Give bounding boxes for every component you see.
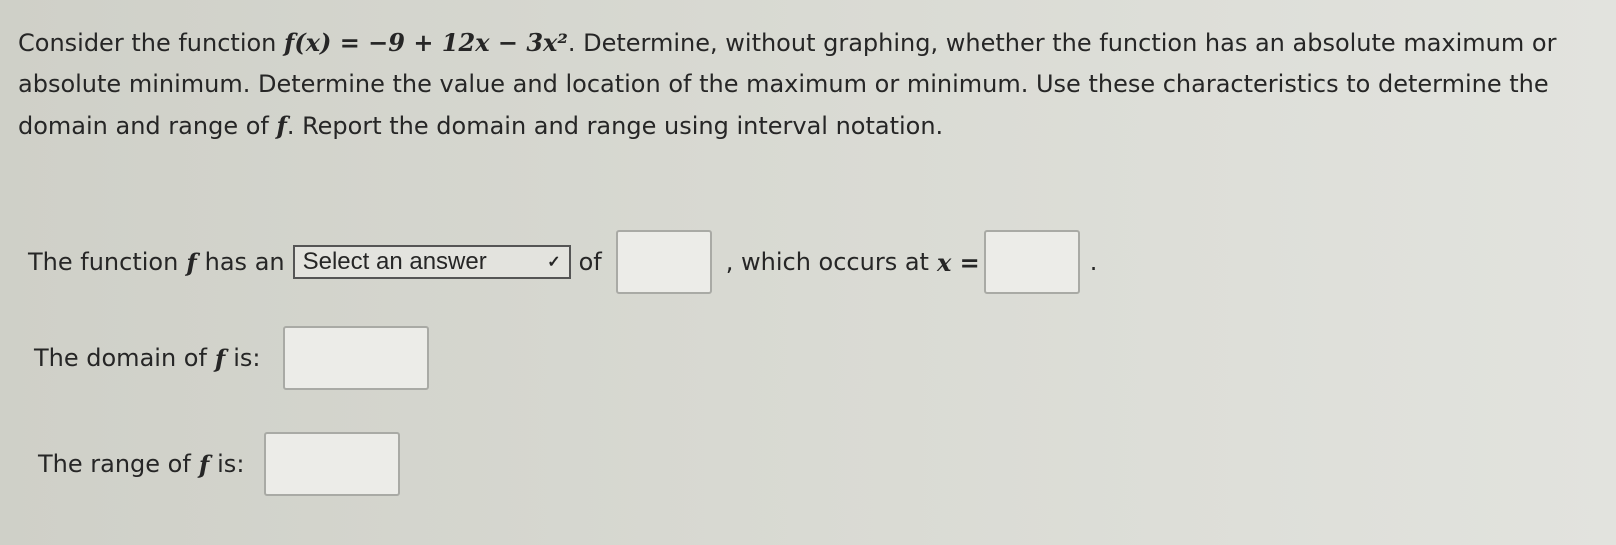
- x-location-input[interactable]: [983, 230, 1080, 294]
- f-symbol: f: [214, 343, 226, 373]
- f-symbol: f: [276, 111, 287, 140]
- f-symbol: f: [186, 247, 197, 277]
- domain-is: is:: [233, 344, 261, 372]
- f-symbol: f: [198, 449, 210, 479]
- line-prefix: The function: [28, 248, 179, 276]
- range-is: is:: [217, 450, 245, 478]
- extremum-type-select[interactable]: Select an answer ✓: [292, 245, 571, 279]
- range-label: The range of: [38, 450, 191, 478]
- domain-label: The domain of: [34, 344, 207, 372]
- question-text: Consider the function f(x) = −9 + 12x − …: [18, 22, 1578, 147]
- has-an-text: has an: [204, 248, 285, 276]
- which-occurs-text: , which occurs at: [725, 248, 929, 276]
- range-input[interactable]: [264, 432, 401, 496]
- function-expression: f(x) = −9 + 12x − 3x²: [284, 28, 568, 57]
- intro-text: Consider the function: [18, 29, 277, 57]
- select-value: Select an answer: [302, 248, 487, 275]
- question-end: . Report the domain and range using inte…: [286, 112, 944, 140]
- period: .: [1089, 248, 1098, 276]
- x-equals: x =: [936, 247, 980, 277]
- of-text: of: [578, 248, 602, 276]
- range-line: The range of f is:: [38, 432, 401, 496]
- domain-line: The domain of f is:: [34, 326, 429, 390]
- extremum-value-input[interactable]: [615, 230, 712, 294]
- chevron-down-icon: ✓: [547, 254, 561, 271]
- extremum-line: The function f has an Select an answer ✓…: [28, 230, 1097, 294]
- domain-input[interactable]: [282, 326, 429, 390]
